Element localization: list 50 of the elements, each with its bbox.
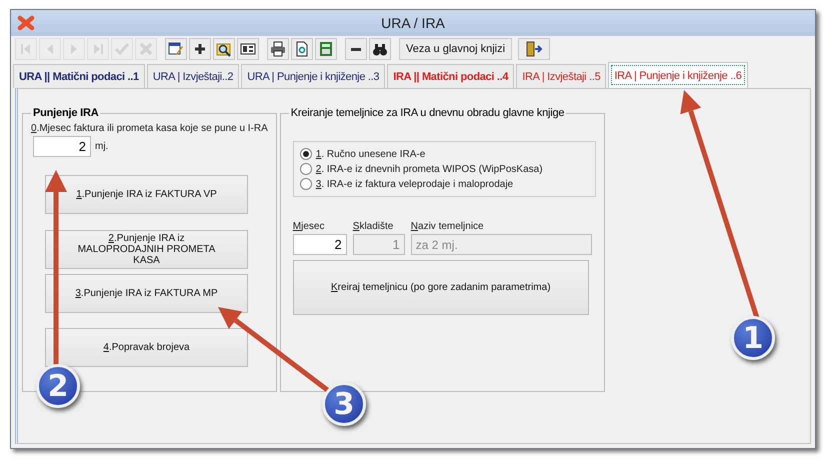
radio-button[interactable] — [300, 178, 312, 190]
tab[interactable]: URA | Izvještaji..2 — [146, 64, 240, 88]
action-button[interactable]: 2.Punjenje IRA iz MALOPRODAJNIH PROMETA KASA — [45, 230, 248, 269]
radio-button[interactable] — [300, 148, 312, 160]
toolbar-button[interactable] — [237, 38, 259, 60]
action-button[interactable]: 3.Punjenje IRA iz FAKTURA MP — [45, 274, 248, 313]
minus-icon — [351, 48, 361, 50]
window-title: URA / IRA — [381, 15, 445, 31]
folder-search-icon — [216, 41, 232, 57]
toolbar-button[interactable] — [345, 38, 367, 60]
unit-label: mj. — [95, 141, 108, 152]
tab[interactable]: URA | Punjenje i knjiženje ..3 — [241, 64, 386, 88]
tab[interactable]: IRA | Izvještaji ..5 — [516, 64, 606, 88]
option-label: 2. IRA-e iz dnevnih prometa WIPOS (WipPosKasa) — [316, 164, 543, 174]
exit-door-icon — [525, 41, 544, 57]
option-label: 3. IRA-e iz faktura veleprodaje i maloprodaje — [316, 178, 514, 190]
radio-button[interactable] — [300, 163, 312, 175]
field-label: 0.Mjesec faktura ili prometa kasa koje se pune u I-RA — [31, 123, 268, 134]
checkmark-icon — [114, 41, 130, 57]
create-journal-button[interactable]: Kreiraj temeljnicu (po gore zadanim parametrima) — [292, 260, 589, 315]
form-icon — [240, 41, 256, 57]
edit-icon — [168, 41, 184, 57]
plus-icon — [192, 41, 208, 57]
group-title: Punjenje IRA — [32, 107, 100, 119]
cross-icon — [138, 41, 154, 57]
close-icon[interactable] — [17, 15, 35, 31]
field-label: Mjesec — [292, 221, 326, 232]
group-title: Kreiranje temeljnice za IRA u dnevnu obradu glavne knjige — [290, 107, 566, 119]
toolbar-button[interactable] — [213, 38, 235, 60]
printer-icon — [270, 41, 286, 57]
action-button[interactable]: 4.Popravak brojeva — [45, 328, 248, 367]
month-input[interactable]: 2 — [33, 136, 91, 157]
field-label: Skladište — [352, 221, 394, 232]
calculator-icon — [318, 41, 334, 57]
binoculars-icon — [372, 41, 388, 57]
toolbar-button[interactable] — [267, 38, 289, 60]
exit-button[interactable] — [518, 38, 550, 60]
toolbar-button[interactable] — [165, 38, 187, 60]
toolbar-button[interactable] — [291, 38, 313, 60]
field-label: Naziv temeljnice — [410, 221, 485, 232]
toolbar-button[interactable] — [369, 38, 391, 60]
general-ledger-link-button[interactable]: Veza u glavnoj knjizi — [399, 38, 512, 60]
action-button[interactable]: 1.Punjenje IRA iz FAKTURA VP — [45, 175, 248, 214]
tab[interactable]: IRA || Matični podaci ..4 — [387, 64, 514, 88]
tab[interactable]: IRA | Punjenje i knjiženje ..6 — [608, 62, 748, 88]
tab[interactable]: URA || Matični podaci ..1 — [13, 64, 145, 88]
toolbar-button[interactable] — [189, 38, 211, 60]
input-field[interactable]: 2 — [292, 234, 347, 255]
print-preview-icon — [294, 41, 310, 57]
option-label: 1. Ručno unesene IRA-e — [316, 148, 426, 160]
